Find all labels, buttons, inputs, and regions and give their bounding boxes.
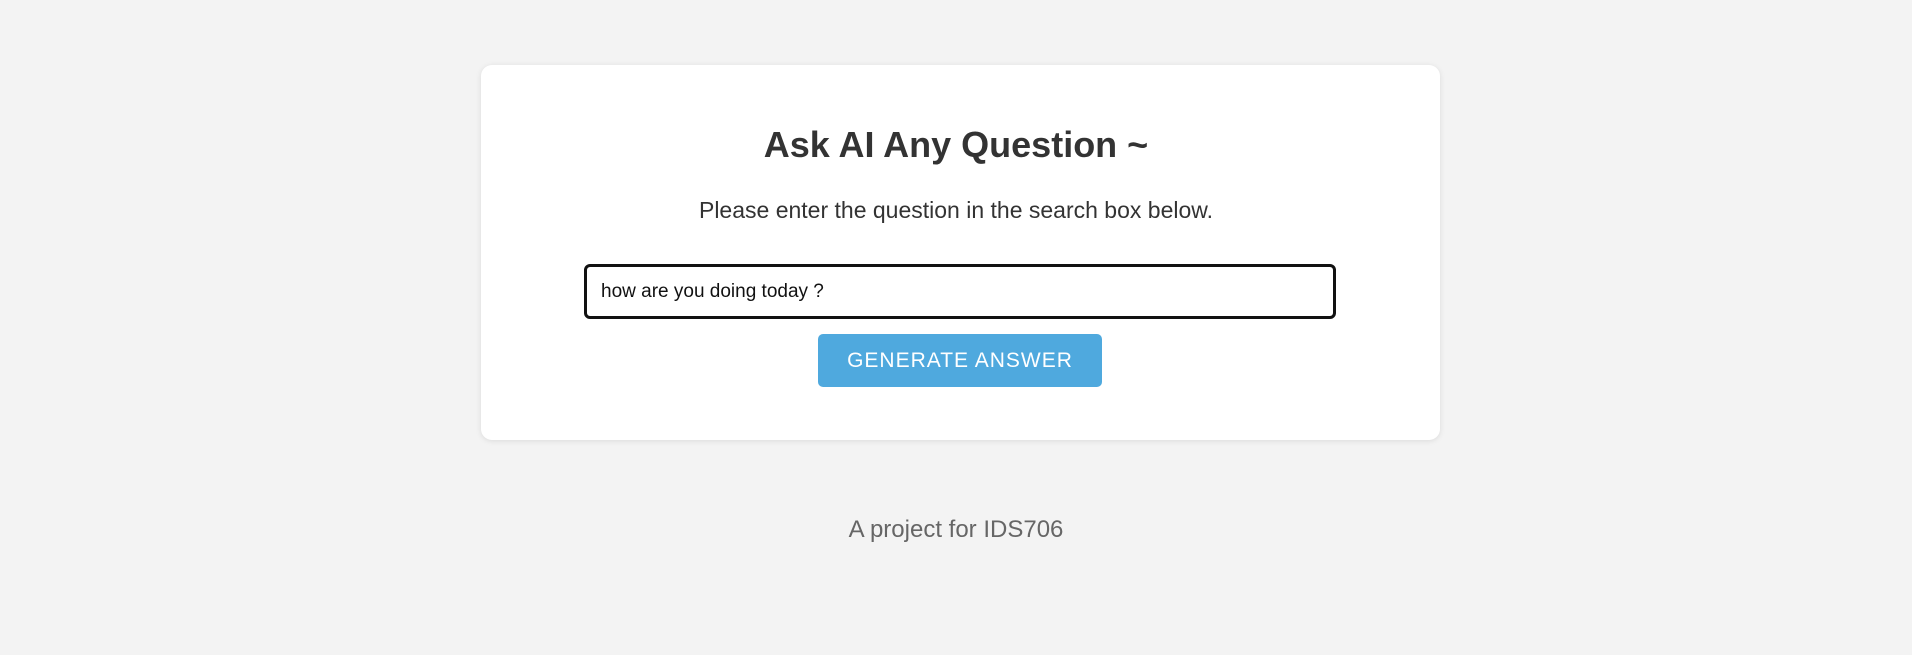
footer-text: A project for IDS706 <box>848 516 1064 543</box>
page-title: Ask AI Any Question ~ <box>763 124 1149 165</box>
question-input[interactable] <box>584 264 1336 319</box>
instructions-text: Please enter the question in the search … <box>698 197 1213 223</box>
generate-answer-button[interactable]: GENERATE ANSWER <box>818 334 1102 387</box>
